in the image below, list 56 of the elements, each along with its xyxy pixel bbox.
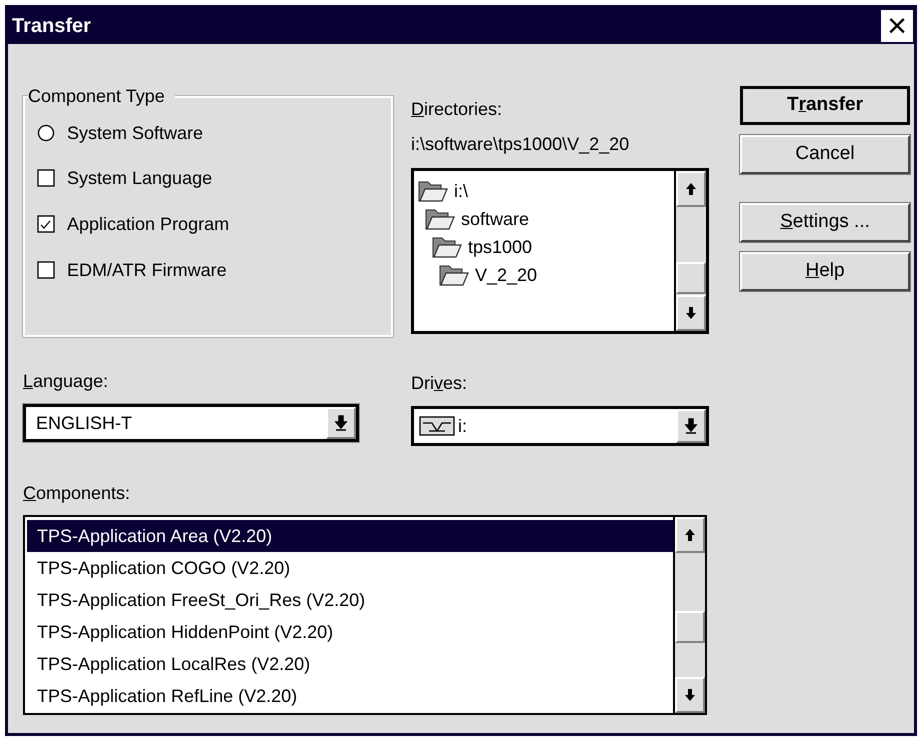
down-arrow-icon <box>683 687 697 703</box>
checkbox[interactable] <box>37 261 55 279</box>
scrollbar[interactable] <box>674 171 706 331</box>
drive-icon <box>419 416 455 436</box>
option-label: System Software <box>67 122 204 145</box>
dropdown-button[interactable] <box>676 409 706 443</box>
down-arrow-icon <box>684 418 698 434</box>
component-item[interactable]: TPS-Application FreeSt_Ori_Res (V2.20) <box>27 584 673 616</box>
scrollbar[interactable] <box>673 517 705 713</box>
dropdown-button[interactable] <box>326 407 356 439</box>
dropdown-value: i: <box>457 414 467 438</box>
down-arrow-icon <box>684 305 698 321</box>
folder-icon <box>425 207 455 231</box>
component-item[interactable]: TPS-Application RefLine (V2.20) <box>27 680 673 712</box>
directory-list[interactable]: i:\ software tps1000 V_2_20 <box>411 168 709 334</box>
directory-item[interactable]: software <box>461 206 530 232</box>
option-label: System Language <box>67 166 212 190</box>
dialog-button[interactable]: Help <box>740 252 910 291</box>
field-label: Drives: <box>411 372 468 394</box>
scroll-down-button[interactable] <box>675 677 705 713</box>
scroll-thumb[interactable] <box>675 611 705 643</box>
checkbox[interactable] <box>37 215 55 233</box>
drives-dropdown[interactable]: i: <box>411 406 709 446</box>
option-label: EDM/ATR Firmware <box>67 258 227 282</box>
directory-item[interactable]: V_2_20 <box>475 262 538 288</box>
scroll-thumb[interactable] <box>676 262 706 294</box>
directory-path: i:\software\tps1000\V_2_20 <box>411 133 630 155</box>
dropdown-value: ENGLISH-T <box>35 412 132 434</box>
folder-icon <box>439 263 469 287</box>
language-dropdown[interactable]: ENGLISH-T <box>23 404 359 442</box>
component-item[interactable]: TPS-Application HiddenPoint (V2.20) <box>27 616 673 648</box>
components-list[interactable]: TPS-Application Area (V2.20) TPS-Application COGO (V2.20) TPS-Application FreeSt_Ori_Res (V2.20) TPS-Application HiddenPoint (V2.20) TPS-Application LocalRes (V2.20) TPS-Application RefLine (V2.20) <box>23 515 707 715</box>
component-item[interactable]: TPS-Application LocalRes (V2.20) <box>27 648 673 680</box>
component-item[interactable]: TPS-Application Area (V2.20) <box>27 520 673 552</box>
up-arrow-icon <box>683 527 697 543</box>
folder-icon <box>418 179 448 203</box>
up-arrow-icon <box>684 181 698 197</box>
radio-button[interactable] <box>37 124 55 142</box>
directory-item[interactable]: i:\ <box>454 178 468 204</box>
dialog-button[interactable]: Transfer <box>740 86 910 125</box>
dialog-button[interactable]: Settings ... <box>740 203 910 242</box>
down-arrow-icon <box>334 415 348 431</box>
field-label: Components: <box>23 482 130 504</box>
close-button[interactable]: × <box>880 9 914 43</box>
folder-icon <box>432 235 462 259</box>
checkbox[interactable] <box>37 169 55 187</box>
scroll-up-button[interactable] <box>675 517 705 553</box>
scroll-up-button[interactable] <box>676 171 706 207</box>
directory-item[interactable]: tps1000 <box>468 234 532 260</box>
field-label: Language: <box>23 370 108 392</box>
dialog-button[interactable]: Cancel <box>740 135 910 174</box>
scroll-down-button[interactable] <box>676 295 706 331</box>
option-label: Application Program <box>67 212 230 236</box>
window-title: Transfer <box>11 14 91 39</box>
component-item[interactable]: TPS-Application COGO (V2.20) <box>27 552 673 584</box>
field-label: Directories: <box>411 98 502 120</box>
